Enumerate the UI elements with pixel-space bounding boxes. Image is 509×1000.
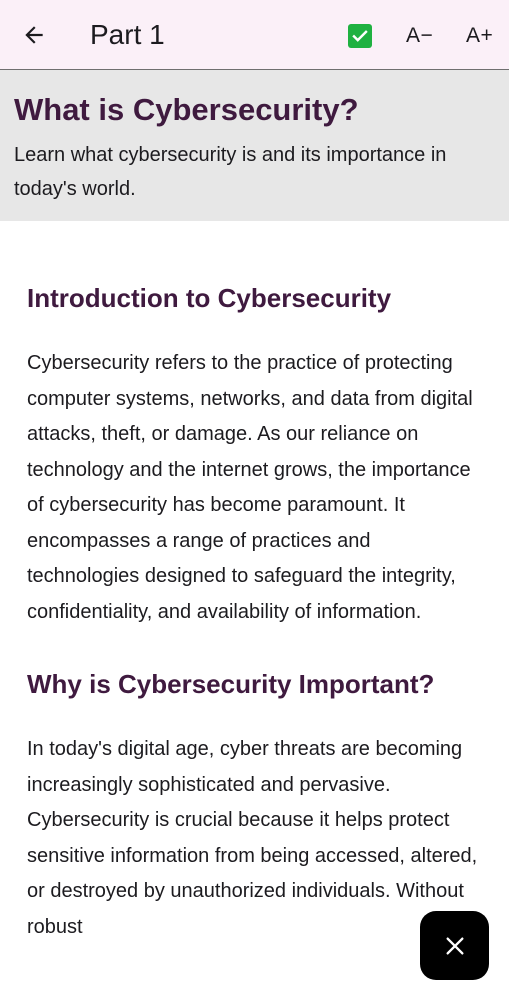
lesson-header: What is Cybersecurity? Learn what cybers… (0, 70, 509, 221)
section-introduction: Introduction to Cybersecurity Cybersecur… (27, 276, 487, 630)
close-icon (445, 936, 464, 955)
app-title: Part 1 (90, 19, 165, 50)
section-body: Cybersecurity refers to the practice of … (27, 352, 473, 623)
back-button[interactable] (14, 15, 54, 55)
close-button[interactable] (420, 911, 489, 980)
app-bar: Part 1 A− A+ (0, 0, 509, 70)
increase-font-button[interactable]: A+ (466, 20, 493, 52)
section-heading: Introduction to Cybersecurity (27, 283, 392, 313)
decrease-font-button[interactable]: A− (406, 20, 433, 52)
checkbox-checked-icon (348, 24, 372, 48)
section-body: In today's digital age, cyber threats ar… (27, 738, 478, 938)
section-importance: Why is Cybersecurity Important? In today… (27, 662, 487, 945)
lesson-title: What is Cybersecurity? (14, 92, 359, 127)
section-heading: Why is Cybersecurity Important? (27, 669, 435, 699)
lesson-content: Introduction to Cybersecurity Cybersecur… (27, 276, 487, 945)
arrow-back-icon (25, 26, 43, 44)
lesson-subtitle: Learn what cybersecurity is and its impo… (14, 144, 447, 200)
mark-complete-button[interactable] (344, 20, 376, 52)
